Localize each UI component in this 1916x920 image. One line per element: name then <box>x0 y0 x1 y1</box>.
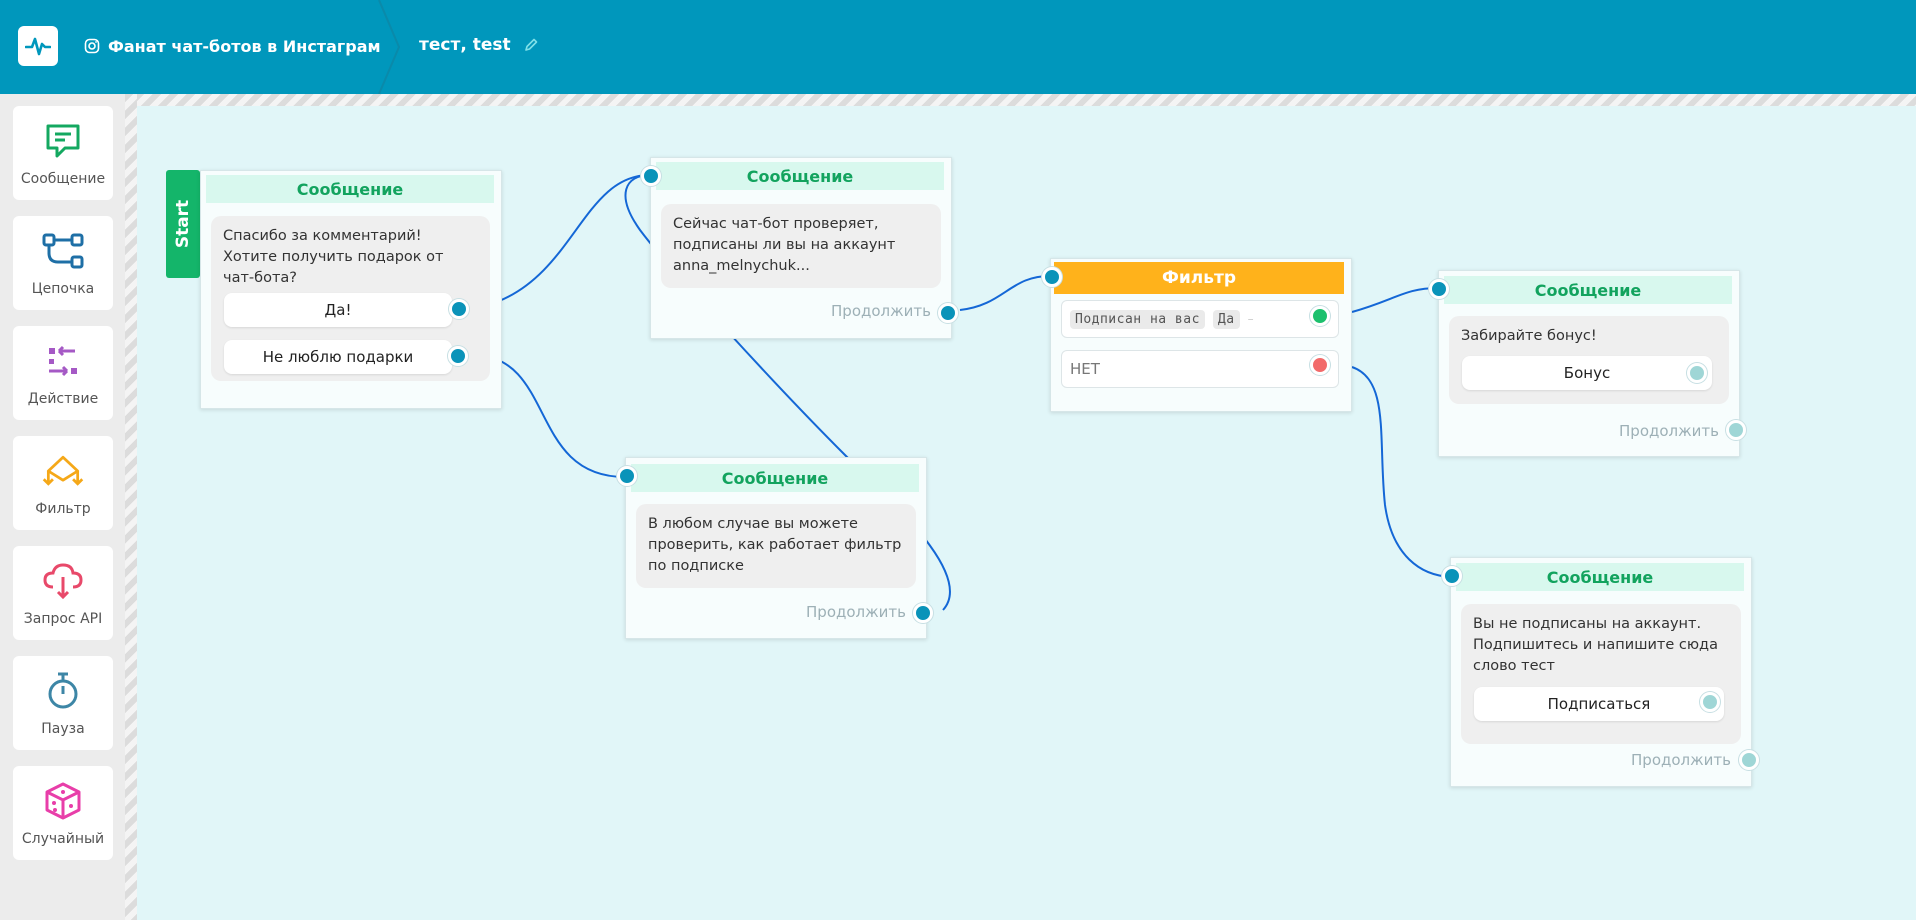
breadcrumb-separator <box>378 0 401 94</box>
message-text: Вы не подписаны на аккаунт. Подпишитесь … <box>1473 616 1718 674</box>
node-title: Сообщение <box>631 464 919 492</box>
input-port[interactable] <box>1442 566 1462 586</box>
condition-else-port[interactable] <box>1310 355 1330 375</box>
stopwatch-icon <box>48 672 78 709</box>
message-node-1[interactable]: Сообщение Спасибо за комментарий! Хотите… <box>200 170 502 409</box>
message-text: Сейчас чат-бот проверяет, подписаны ли в… <box>673 216 896 274</box>
action-icon <box>49 345 77 377</box>
tool-label: Запрос API <box>23 611 103 627</box>
output-port[interactable] <box>1700 692 1720 712</box>
output-port[interactable] <box>448 346 468 366</box>
dice-icon <box>45 782 81 820</box>
node-title: Сообщение <box>1456 563 1744 591</box>
tool-label: Пауза <box>41 721 85 737</box>
tool-label: Случайный <box>21 831 105 847</box>
continue-label: Продолжить <box>806 603 906 621</box>
continue-port[interactable] <box>1726 420 1746 440</box>
top-hatch-border <box>0 94 1916 106</box>
input-port[interactable] <box>1429 279 1449 299</box>
tool-chain[interactable]: Цепочка <box>13 216 113 310</box>
tool-label: Сообщение <box>20 171 106 187</box>
tool-label: Фильтр <box>35 501 91 517</box>
condition-field: Подписан на вас <box>1070 309 1205 329</box>
flow-title: тест, test <box>419 35 539 55</box>
filter-else-row[interactable]: НЕТ <box>1061 350 1339 388</box>
tool-pause[interactable]: Пауза <box>13 656 113 750</box>
edit-pencil-icon[interactable] <box>523 37 539 53</box>
input-port[interactable] <box>1042 267 1062 287</box>
tool-message[interactable]: Сообщение <box>13 106 113 200</box>
else-label: НЕТ <box>1070 360 1100 378</box>
filter-icon <box>42 455 84 486</box>
reply-button-bonus[interactable]: Бонус <box>1462 356 1712 390</box>
node-title: Сообщение <box>1444 276 1732 304</box>
continue-port[interactable] <box>938 303 958 323</box>
chain-icon <box>42 233 84 269</box>
message-icon <box>46 124 80 158</box>
continue-label: Продолжить <box>1619 422 1719 440</box>
message-text: Спасибо за комментарий! Хотите получить … <box>223 228 444 286</box>
flow-name: тест, test <box>419 35 511 55</box>
tool-random[interactable]: Случайный <box>13 766 113 860</box>
condition-value: Да <box>1212 309 1240 329</box>
message-node-2[interactable]: Сообщение Сейчас чат-бот проверяет, подп… <box>650 157 952 339</box>
continue-label: Продолжить <box>1631 751 1731 769</box>
message-text: Забирайте бонус! <box>1461 328 1597 344</box>
start-marker: Start <box>166 170 200 278</box>
project-name: Фанат чат-ботов в Инстаграм <box>108 36 381 56</box>
message-bubble: Сейчас чат-бот проверяет, подписаны ли в… <box>661 204 941 288</box>
output-port[interactable] <box>1687 363 1707 383</box>
top-bar: Фанат чат-ботов в Инстаграм тест, test <box>0 0 1916 94</box>
reply-button-yes[interactable]: Да! <box>224 293 452 327</box>
node-title: Сообщение <box>206 175 494 203</box>
output-port[interactable] <box>449 299 469 319</box>
input-port[interactable] <box>617 466 637 486</box>
home-logo-button[interactable] <box>18 26 58 66</box>
condition-true-port[interactable] <box>1310 306 1330 326</box>
message-text: В любом случае вы можете проверить, как … <box>648 516 902 574</box>
reply-button-no-gifts[interactable]: Не люблю подарки <box>224 340 452 374</box>
message-node-3[interactable]: Сообщение В любом случае вы можете прове… <box>625 457 927 639</box>
continue-port[interactable] <box>913 603 933 623</box>
continue-label: Продолжить <box>831 302 931 320</box>
message-bubble: В любом случае вы можете проверить, как … <box>636 504 916 588</box>
api-cloud-icon <box>43 563 83 600</box>
filter-condition-row[interactable]: Подписан на вас Да – <box>1061 300 1339 338</box>
pulse-logo-icon <box>25 37 51 56</box>
instagram-icon <box>84 38 100 54</box>
reply-button-subscribe[interactable]: Подписаться <box>1474 687 1724 721</box>
message-bubble: Вы не подписаны на аккаунт. Подпишитесь … <box>1461 604 1741 744</box>
node-title: Сообщение <box>656 162 944 190</box>
tool-api-request[interactable]: Запрос API <box>13 546 113 640</box>
tool-label: Цепочка <box>31 281 95 297</box>
filter-title: Фильтр <box>1054 262 1344 294</box>
continue-port[interactable] <box>1739 750 1759 770</box>
message-node-5[interactable]: Сообщение Вы не подписаны на аккаунт. По… <box>1450 557 1752 787</box>
tool-action[interactable]: Действие <box>13 326 113 420</box>
tool-label: Действие <box>27 391 99 407</box>
tool-filter[interactable]: Фильтр <box>13 436 113 530</box>
project-selector[interactable]: Фанат чат-ботов в Инстаграм <box>84 33 381 59</box>
condition-dash: – <box>1247 312 1254 326</box>
input-port[interactable] <box>641 166 661 186</box>
left-hatch-border <box>125 94 137 920</box>
